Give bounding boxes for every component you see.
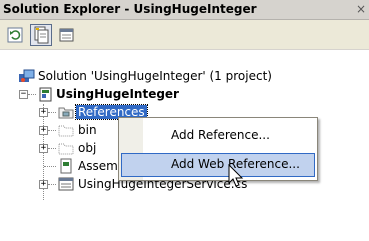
solution-label: Solution 'UsingHugeInteger' (1 project): [38, 69, 272, 83]
context-menu: Add Reference... Add Web Reference...: [118, 117, 318, 181]
collapse-expander[interactable]: −: [19, 90, 28, 99]
solution-node[interactable]: Solution 'UsingHugeInteger' (1 project): [0, 68, 369, 85]
tree-connector: [48, 112, 56, 114]
project-icon: [39, 87, 52, 102]
solution-icon: [19, 69, 35, 82]
menu-item-add-reference[interactable]: Add Reference...: [121, 124, 315, 148]
refresh-icon: [7, 27, 23, 43]
solution-explorer-window: Solution Explorer - UsingHugeInteger × S…: [0, 0, 369, 241]
folder-icon: [58, 143, 74, 155]
tree-connector: [48, 148, 56, 150]
close-icon[interactable]: ×: [356, 3, 368, 15]
properties-icon: [59, 28, 74, 42]
expand-expander[interactable]: +: [39, 126, 48, 135]
expand-expander[interactable]: +: [39, 108, 48, 117]
menu-item-add-web-reference[interactable]: Add Web Reference...: [121, 153, 315, 177]
tree-connector: [48, 184, 56, 186]
folder-icon: [58, 125, 74, 137]
bin-label: bin: [78, 123, 97, 137]
project-label: UsingHugeInteger: [56, 87, 179, 101]
tree-connector: [28, 94, 36, 96]
project-node[interactable]: − UsingHugeInteger: [0, 86, 369, 103]
service-file-icon: [58, 177, 74, 191]
cs-file-icon: [60, 158, 72, 174]
show-all-files-icon: [34, 26, 49, 44]
tree-connector: [48, 130, 56, 132]
window-title: Solution Explorer - UsingHugeInteger: [3, 2, 257, 16]
add-reference-label: Add Reference...: [171, 128, 270, 142]
references-folder-icon: [58, 107, 74, 119]
expand-expander[interactable]: +: [39, 144, 48, 153]
mouse-cursor-icon: [228, 164, 244, 187]
title-bar[interactable]: Solution Explorer - UsingHugeInteger ×: [0, 0, 369, 20]
tree-connector: [44, 166, 56, 168]
expand-expander[interactable]: +: [39, 180, 48, 189]
refresh-button[interactable]: [4, 24, 26, 46]
show-all-files-button[interactable]: [30, 24, 52, 46]
obj-label: obj: [78, 141, 97, 155]
toolbar: [0, 20, 369, 50]
properties-button[interactable]: [56, 24, 78, 46]
